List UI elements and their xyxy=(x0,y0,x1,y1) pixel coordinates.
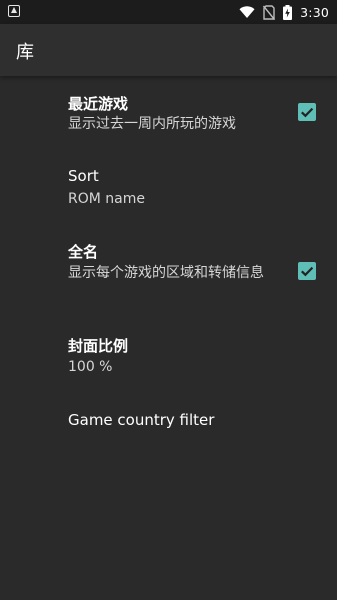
status-icons: 3:30 xyxy=(239,3,329,21)
pref-game-country-filter[interactable]: Game country filter xyxy=(0,390,337,454)
status-bar: 3:30 xyxy=(0,0,337,24)
pref-title: Sort xyxy=(68,167,99,185)
pref-summary: 显示过去一周内所玩的游戏 xyxy=(68,116,236,132)
pref-summary: 显示每个游戏的区域和转储信息 xyxy=(68,265,264,281)
pref-sort[interactable]: Sort ROM name xyxy=(0,158,337,226)
full-name-checkbox[interactable] xyxy=(298,262,316,280)
app-bar: 库 xyxy=(0,24,337,76)
recent-games-checkbox[interactable] xyxy=(298,103,316,121)
pref-summary: ROM name xyxy=(68,191,145,207)
pref-title: 最近游戏 xyxy=(68,95,129,113)
pref-title: Game country filter xyxy=(68,411,215,429)
battery-charging-icon xyxy=(283,4,293,20)
pref-cover-scale[interactable]: 封面比例 100 % xyxy=(0,322,337,390)
pref-title: 封面比例 xyxy=(68,337,129,355)
no-sim-icon xyxy=(263,4,276,20)
pref-full-name[interactable]: 全名 显示每个游戏的区域和转储信息 xyxy=(0,226,337,322)
pref-recent-games[interactable]: 最近游戏 显示过去一周内所玩的游戏 xyxy=(0,84,337,158)
notification-icon xyxy=(8,5,20,17)
pref-summary: 100 % xyxy=(68,359,113,375)
check-icon xyxy=(301,266,314,277)
page-title: 库 xyxy=(16,42,34,63)
check-icon xyxy=(301,107,314,118)
pref-title: 全名 xyxy=(68,243,99,261)
wifi-icon xyxy=(239,5,255,19)
clock: 3:30 xyxy=(300,4,329,20)
